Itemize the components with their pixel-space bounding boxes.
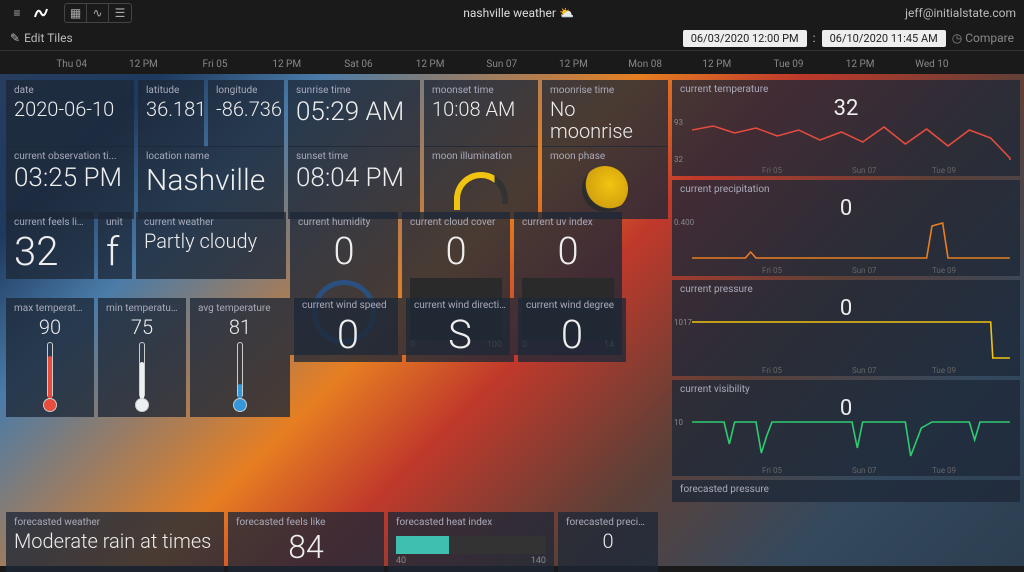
tile-date[interactable]: date2020-06-10 [6,80,134,147]
tile-feels-like[interactable]: current feels like32 [6,212,94,279]
tile-fc-precip[interactable]: forecasted precipitati...0 [558,512,658,572]
tile-wind-deg[interactable]: current wind degree0 [518,298,626,362]
tile-latitude[interactable]: latitude36.181 [138,80,204,147]
logo-icon [32,4,50,22]
tile-wind-dir[interactable]: current wind directionS [406,298,514,362]
tile-location[interactable]: location nameNashville [138,146,284,219]
tile-moon-phase[interactable]: moon phase [542,146,668,219]
timeline[interactable]: Thu 0412 PMFri 0512 PMSat 0612 PMSun 071… [0,50,1024,74]
edit-tiles-button[interactable]: ✎ Edit Tiles [10,31,73,45]
thermometer-icon [43,342,57,412]
clock-icon: ◷ [952,31,962,45]
tile-min-temp[interactable]: min temperature75 [98,298,186,417]
tile-avg-temp[interactable]: avg temperature81 [190,298,290,417]
date-to[interactable]: 06/10/2020 11:45 AM [822,30,946,47]
menu-icon[interactable]: ≡ [8,4,26,22]
page-title: nashville weather ⛅ [132,6,905,20]
tile-sunrise[interactable]: sunrise time05:29 AM [288,80,420,147]
user-email[interactable]: jeff@initialstate.com [905,6,1016,20]
tile-moonset[interactable]: moonset time10:08 AM [424,80,538,147]
tile-longitude[interactable]: longitude-86.736 [208,80,284,147]
date-from[interactable]: 06/03/2020 12:00 PM [683,30,807,47]
tile-moon-illum[interactable]: moon illumination [424,146,538,219]
thermometer-icon [233,342,247,412]
tile-fc-heat[interactable]: forecasted heat index40140 [388,512,554,572]
thermometer-icon [135,342,149,412]
tile-wind-speed[interactable]: current wind speed0 [294,298,402,362]
chart-pressure[interactable]: current pressure 0 1017 Fri 05 Sun 07 Tu… [672,280,1020,376]
tile-obs-time[interactable]: current observation ti...03:25 PM [6,146,134,219]
chart-temperature[interactable]: current temperature 32 93 32 Fri 05 Sun … [672,80,1020,176]
pencil-icon: ✎ [10,31,20,45]
tile-fc-weather[interactable]: forecasted weatherModerate rain at times [6,512,224,572]
tile-weather[interactable]: current weatherPartly cloudy [136,212,286,279]
tiles-view-icon[interactable]: ▦ [65,4,87,22]
tile-unit[interactable]: unitf [98,212,132,279]
tile-moonrise[interactable]: moonrise timeNo moonrise [542,80,668,147]
moon-icon [582,166,628,212]
tile-fc-feels[interactable]: forecasted feels like84 [228,512,384,572]
chart-fc-pressure[interactable]: forecasted pressure [672,480,1020,502]
chart-visibility[interactable]: current visibility 0 10 Fri 05 Sun 07 Tu… [672,380,1020,476]
waves-view-icon[interactable]: ∿ [87,4,109,22]
tile-max-temp[interactable]: max temperature90 [6,298,94,417]
tile-sunset[interactable]: sunset time08:04 PM [288,146,420,219]
gauge-icon [454,172,508,204]
compare-button[interactable]: ◷ Compare [952,31,1014,45]
chart-precipitation[interactable]: current precipitation 0 0.400 Fri 05 Sun… [672,180,1020,276]
list-view-icon[interactable]: ☰ [109,4,131,22]
